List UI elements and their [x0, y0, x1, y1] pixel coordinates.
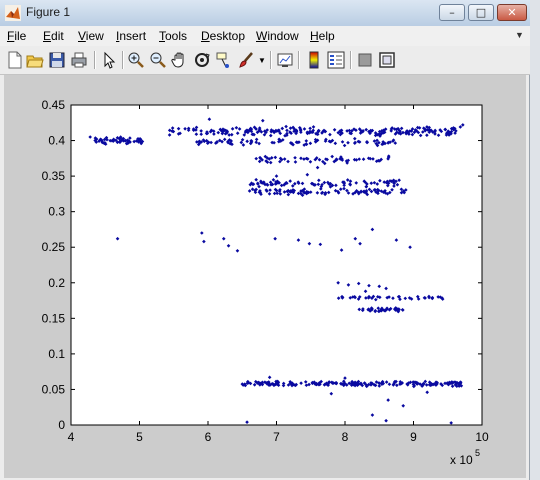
y-axis-tick-labels: 0 0.05 0.1 0.15 0.2 0.25 0.3 0.35 0.4 0.45: [42, 98, 66, 432]
menu-file[interactable]: File: [7, 29, 26, 43]
legend-icon[interactable]: [327, 51, 345, 69]
y-tick-label: 0.25: [42, 240, 66, 254]
y-tick-label: 0.05: [42, 382, 66, 396]
rotate-3d-icon[interactable]: [193, 51, 211, 69]
minimize-button[interactable]: –: [439, 4, 465, 21]
new-figure-icon[interactable]: [6, 51, 24, 69]
y-tick-label: 0.1: [48, 347, 65, 361]
scatter-chart[interactable]: 0 0.05 0.1 0.15 0.2 0.25 0.3 0.35 0.4 0.45 4 5 6 7 8 9…: [4, 75, 526, 478]
menu-window[interactable]: Window: [256, 29, 299, 43]
data-cursor-icon[interactable]: [215, 51, 233, 69]
x-tick-label: 6: [205, 430, 212, 444]
toolbar-separator: [94, 51, 96, 69]
axes-area[interactable]: [70, 104, 483, 426]
x-tick-label: 10: [475, 430, 489, 444]
y-tick-label: 0.4: [48, 134, 65, 148]
menu-view[interactable]: View: [78, 29, 104, 43]
toolbar-separator: [298, 51, 300, 69]
desktop-background: [530, 0, 540, 480]
maximize-button[interactable]: □: [468, 4, 494, 21]
menu-help[interactable]: Help: [310, 29, 335, 43]
menu-overflow-icon[interactable]: ▼: [515, 30, 524, 40]
toolbar-separator: [350, 51, 352, 69]
menu-desktop[interactable]: Desktop: [201, 29, 245, 43]
x-axis-tick-labels: 4 5 6 7 8 9 10: [68, 430, 489, 444]
brush-dropdown-icon[interactable]: ▼: [258, 56, 266, 65]
menu-insert[interactable]: Insert: [116, 29, 146, 43]
menu-tools[interactable]: Tools: [159, 29, 187, 43]
print-icon[interactable]: [70, 51, 88, 69]
figure-canvas: 0 0.05 0.1 0.15 0.2 0.25 0.3 0.35 0.4 0.45 4 5 6 7 8 9…: [4, 75, 526, 478]
figure-toolbar: ▼: [0, 46, 530, 75]
x-axis-exponent-label: x 10: [450, 453, 473, 467]
colorbar-icon[interactable]: [305, 51, 323, 69]
hide-plot-tools-icon[interactable]: [356, 51, 374, 69]
link-plot-icon[interactable]: [276, 51, 294, 69]
x-tick-label: 5: [136, 430, 143, 444]
select-arrow-icon[interactable]: [100, 51, 118, 69]
pan-hand-icon[interactable]: [171, 51, 189, 69]
window-title: Figure 1: [26, 5, 71, 19]
y-tick-label: 0.3: [48, 205, 65, 219]
x-tick-label: 8: [342, 430, 349, 444]
y-tick-label: 0: [58, 418, 65, 432]
close-button[interactable]: ✕: [497, 4, 527, 21]
toolbar-separator: [122, 51, 124, 69]
y-tick-label: 0.2: [48, 276, 65, 290]
x-axis-exponent-power: 5: [475, 448, 480, 458]
y-tick-label: 0.15: [42, 311, 66, 325]
save-icon[interactable]: [48, 51, 66, 69]
toolbar-separator: [270, 51, 272, 69]
x-tick-label: 4: [68, 430, 75, 444]
matlab-logo-icon: [5, 5, 21, 21]
y-tick-label: 0.35: [42, 169, 66, 183]
menu-edit[interactable]: Edit: [43, 29, 64, 43]
show-plot-tools-icon[interactable]: [378, 51, 396, 69]
figure-window: Figure 1 – □ ✕ File Edit View Insert Too…: [0, 0, 530, 480]
zoom-in-icon[interactable]: [127, 51, 145, 69]
y-tick-label: 0.45: [42, 98, 66, 112]
title-bar[interactable]: Figure 1 – □ ✕: [0, 0, 530, 27]
zoom-out-icon[interactable]: [149, 51, 167, 69]
brush-icon[interactable]: [237, 51, 255, 69]
open-file-icon[interactable]: [26, 51, 44, 69]
x-tick-label: 9: [410, 430, 417, 444]
x-tick-label: 7: [273, 430, 280, 444]
menu-bar: File Edit View Insert Tools Desktop Wind…: [0, 26, 530, 46]
